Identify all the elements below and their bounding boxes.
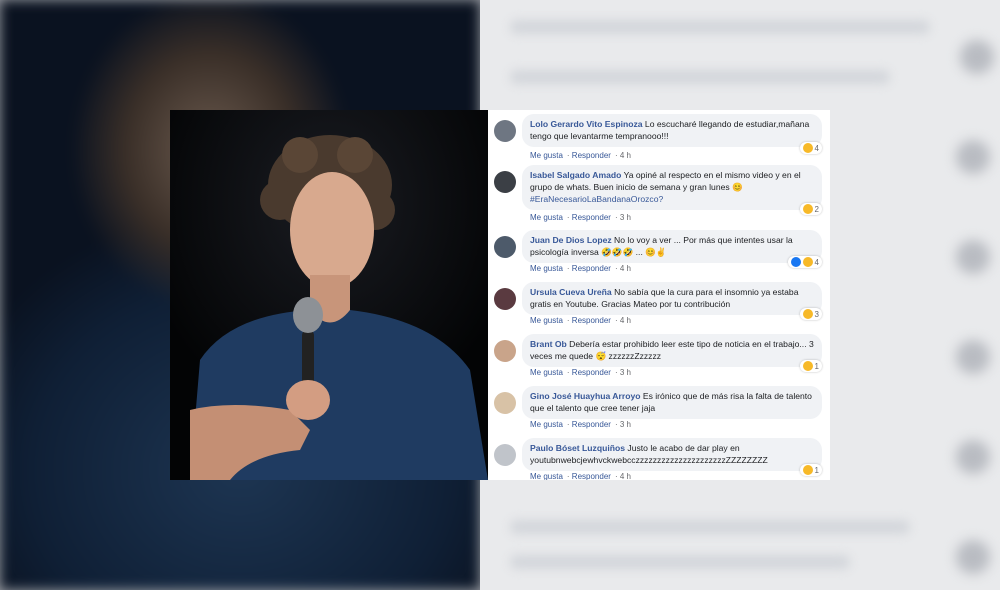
like-link[interactable]: Me gusta [530,420,563,429]
like-link[interactable]: Me gusta [530,151,563,160]
comment: Brant Ob Debería estar prohibido leer es… [494,334,824,382]
comment: Gino José Huayhua Arroyo Es irónico que … [494,386,824,434]
comment-bubble: Isabel Salgado Amado Ya opiné al respect… [522,165,822,210]
reaction-count[interactable]: 1 [799,464,822,476]
reaction-count[interactable]: 3 [799,308,822,320]
reply-link[interactable]: Responder [572,472,611,480]
reaction-number: 2 [814,204,819,214]
like-reaction-icon [790,257,801,267]
comment-bubble: Juan De Dios Lopez No lo voy a ver ... P… [522,230,822,263]
haha-reaction-icon [802,257,813,267]
comment: Lolo Gerardo Vito Espinoza Lo escucharé … [494,114,824,162]
comment: Ursula Cueva Ureña No sabía que la cura … [494,282,824,330]
comment-time: 3 h [619,368,631,377]
haha-reaction-icon [802,143,813,153]
avatar[interactable] [494,392,516,414]
comment-time: 4 h [619,151,631,160]
like-link[interactable]: Me gusta [530,213,563,222]
comment-author[interactable]: Ursula Cueva Ureña [530,287,612,297]
reaction-count[interactable]: 1 [799,360,822,372]
comment-author[interactable]: Brant Ob [530,339,567,349]
avatar[interactable] [494,340,516,362]
reaction-number: 4 [814,143,819,153]
comment-bubble: Gino José Huayhua Arroyo Es irónico que … [522,386,822,419]
comment: Paulo Bóset Luzquiños Justo le acabo de … [494,438,824,480]
comment-time: 4 h [619,472,631,480]
reaction-number: 4 [814,257,819,267]
reaction-number: 1 [814,465,819,475]
comment-actions: Me gusta · Responder · 4 h [530,316,631,325]
haha-reaction-icon [802,204,813,214]
comment-actions: Me gusta · Responder · 4 h [530,472,631,480]
comment-bubble: Paulo Bóset Luzquiños Justo le acabo de … [522,438,822,471]
haha-reaction-icon [802,361,813,371]
reply-link[interactable]: Responder [572,368,611,377]
comment-author[interactable]: Lolo Gerardo Vito Espinoza [530,119,643,129]
comment: Isabel Salgado Amado Ya opiné al respect… [494,165,824,225]
comment-actions: Me gusta · Responder · 3 h [530,420,631,429]
reply-link[interactable]: Responder [572,213,611,222]
reply-link[interactable]: Responder [572,420,611,429]
reaction-number: 3 [814,309,819,319]
comment-time: 3 h [619,213,631,222]
comment-time: 4 h [619,264,631,273]
reaction-count[interactable]: 4 [787,256,822,268]
avatar[interactable] [494,236,516,258]
comment-time: 3 h [619,420,631,429]
reply-link[interactable]: Responder [572,151,611,160]
comment-author[interactable]: Isabel Salgado Amado [530,170,621,180]
comment-bubble: Brant Ob Debería estar prohibido leer es… [522,334,822,367]
reply-link[interactable]: Responder [572,264,611,273]
comment-actions: Me gusta · Responder · 4 h [530,264,631,273]
haha-reaction-icon [802,465,813,475]
like-link[interactable]: Me gusta [530,368,563,377]
comment-text: Debería estar prohibido leer este tipo d… [530,339,814,361]
reaction-number: 1 [814,361,819,371]
comment-bubble: Ursula Cueva Ureña No sabía que la cura … [522,282,822,315]
comment-author[interactable]: Gino José Huayhua Arroyo [530,391,640,401]
comments-panel: Lolo Gerardo Vito Espinoza Lo escucharé … [488,110,830,480]
haha-reaction-icon [802,309,813,319]
comment-actions: Me gusta · Responder · 3 h [530,368,631,377]
hashtag-link[interactable]: #EraNecesarioLaBandanaOrozco? [530,194,663,204]
reply-link[interactable]: Responder [572,316,611,325]
comment-time: 4 h [619,316,631,325]
reaction-count[interactable]: 4 [799,142,822,154]
avatar[interactable] [494,288,516,310]
like-link[interactable]: Me gusta [530,472,563,480]
reaction-count[interactable]: 2 [799,203,822,215]
comment-actions: Me gusta · Responder · 3 h [530,213,631,222]
comedian-photo [170,110,488,480]
comment-author[interactable]: Juan De Dios Lopez [530,235,612,245]
avatar[interactable] [494,171,516,193]
avatar[interactable] [494,444,516,466]
comment: Juan De Dios Lopez No lo voy a ver ... P… [494,230,824,278]
like-link[interactable]: Me gusta [530,316,563,325]
comment-actions: Me gusta · Responder · 4 h [530,151,631,160]
avatar[interactable] [494,120,516,142]
like-link[interactable]: Me gusta [530,264,563,273]
comment-author[interactable]: Paulo Bóset Luzquiños [530,443,625,453]
comment-bubble: Lolo Gerardo Vito Espinoza Lo escucharé … [522,114,822,147]
